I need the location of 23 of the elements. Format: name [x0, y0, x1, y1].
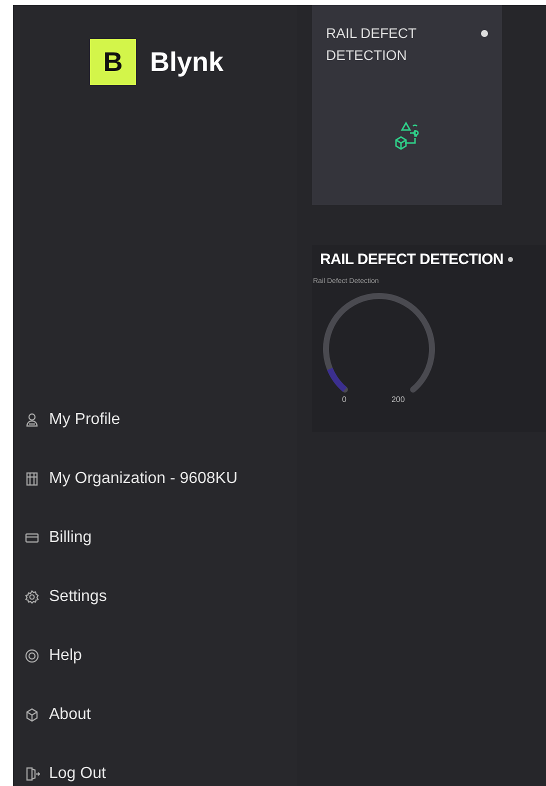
widget-title: RAIL DEFECT DETECTION: [320, 251, 504, 268]
logout-icon: [24, 766, 40, 782]
menu-item[interactable]: Settings: [24, 587, 107, 607]
person-icon: [24, 412, 40, 428]
gauge-fill: [327, 368, 347, 392]
settings-icon: [24, 589, 40, 605]
brand-name: Blynk: [150, 46, 224, 78]
menu-item[interactable]: My Organization - 9608KU: [24, 469, 238, 489]
status-dot-icon: [508, 257, 514, 262]
device-tile[interactable]: RAIL DEFECT DETECTION: [312, 5, 502, 205]
gauge-max: 200: [391, 395, 405, 404]
gauge-min: 0: [342, 395, 346, 404]
menu-item[interactable]: Help: [24, 646, 82, 666]
lifebuoy-icon: [24, 648, 40, 664]
status-dot-icon: [481, 30, 488, 37]
menu-item[interactable]: About: [24, 705, 91, 725]
menu-item[interactable]: Billing: [24, 528, 92, 548]
box-icon: [24, 707, 40, 723]
menu-item[interactable]: Log Out: [24, 764, 106, 784]
building-icon: [24, 471, 40, 487]
menu-item[interactable]: My Profile: [24, 410, 120, 430]
tile-title: RAIL DEFECT DETECTION: [326, 24, 418, 65]
logo-mark: B: [90, 39, 136, 85]
